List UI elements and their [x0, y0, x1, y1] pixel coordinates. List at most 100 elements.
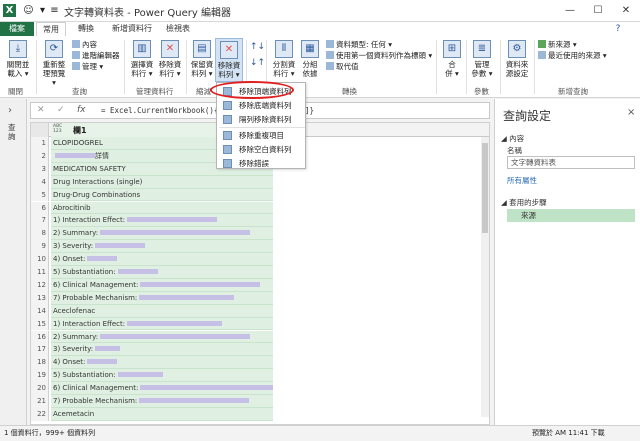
- manage-button[interactable]: 管理 ▾: [72, 62, 103, 72]
- smiley-feedback-icon[interactable]: ☺: [22, 4, 35, 17]
- replace-values-button[interactable]: 取代值: [326, 62, 359, 72]
- grid-cell[interactable]: Abrocitinib: [51, 201, 273, 215]
- grid-cell[interactable]: 6) Clinical Management:: [51, 382, 273, 395]
- column-header-label: 欄1: [73, 126, 87, 135]
- table-row[interactable]: 5 Drug-Drug Combinations: [31, 188, 489, 202]
- group-by-button[interactable]: ▦ 分組 依據: [298, 40, 322, 78]
- group-label-close: 關閉: [8, 87, 23, 96]
- keep-rows-button[interactable]: ▤ 保留資 料列 ▾: [188, 40, 216, 78]
- grid-cell[interactable]: 3) Severity:: [51, 240, 273, 254]
- minimize-button[interactable]: —: [556, 0, 584, 21]
- grid-cell[interactable]: 4) Onset:: [51, 356, 273, 370]
- grid-cell[interactable]: 5) Substantiation:: [51, 369, 273, 383]
- table-row[interactable]: 16 2) Summary:: [31, 330, 489, 344]
- all-properties-link[interactable]: 所有屬性: [507, 175, 537, 186]
- grid-cell[interactable]: Aceclofenac: [51, 304, 273, 318]
- menu-item-label: 隔列移除資料列: [239, 115, 292, 124]
- table-row[interactable]: 13 7) Probable Mechanism:: [31, 291, 489, 305]
- fx-icon[interactable]: fx: [77, 105, 86, 115]
- refresh-icon: ⟳: [45, 40, 63, 58]
- table-row[interactable]: 19 5) Substantiation:: [31, 369, 489, 383]
- grid-cell[interactable]: 7) Probable Mechanism:: [51, 291, 273, 305]
- applied-steps-header[interactable]: ◢ 套用的步驟: [501, 197, 547, 208]
- tab-add-column[interactable]: 新增資料行: [106, 22, 158, 36]
- tab-file[interactable]: 檔案: [0, 22, 34, 36]
- formula-input-tail[interactable]: ]}: [305, 106, 314, 115]
- grid-cell[interactable]: Acemetacin: [51, 407, 273, 421]
- close-button[interactable]: ✕: [612, 0, 640, 21]
- close-pane-icon[interactable]: ×: [627, 107, 635, 118]
- maximize-button[interactable]: ☐: [584, 0, 612, 21]
- tab-home[interactable]: 常用: [36, 22, 66, 36]
- table-row[interactable]: 20 6) Clinical Management:: [31, 382, 489, 395]
- grid-cell[interactable]: Drug-Drug Combinations: [51, 188, 273, 202]
- data-type-dropdown[interactable]: 資料類型: 任何 ▾: [326, 40, 392, 50]
- confirm-formula-icon[interactable]: ✓: [57, 105, 65, 115]
- remove-errors-item[interactable]: 移除錯誤: [219, 157, 305, 170]
- split-column-button[interactable]: ⫴ 分割資 料行 ▾: [270, 40, 298, 78]
- applied-step-item[interactable]: 來源: [507, 209, 635, 222]
- select-all-corner[interactable]: [31, 123, 49, 137]
- remove-rows-button[interactable]: ✕ 移除資 料列 ▾: [215, 38, 243, 82]
- table-row[interactable]: 22 Acemetacin: [31, 407, 489, 421]
- table-row[interactable]: 10 4) Onset:: [31, 253, 489, 266]
- table-row[interactable]: 21 7) Probable Mechanism:: [31, 395, 489, 408]
- advanced-editor-button[interactable]: 進階編輯器: [72, 51, 120, 61]
- table-row[interactable]: 9 3) Severity:: [31, 240, 489, 254]
- table-row[interactable]: 15 1) Interaction Effect:: [31, 317, 489, 331]
- manage-parameters-button[interactable]: ≣ 管理 參數 ▾: [468, 40, 496, 78]
- table-row[interactable]: 8 2) Summary:: [31, 227, 489, 241]
- grid-cell[interactable]: 3) Severity:: [51, 343, 273, 357]
- first-row-header-button[interactable]: 使用第一個資料列作為標頭 ▾: [326, 51, 432, 61]
- type-any-icon[interactable]: ABC 123: [53, 124, 62, 134]
- table-row[interactable]: 11 5) Substantiation:: [31, 266, 489, 279]
- table-row[interactable]: 6 Abrocitinib: [31, 201, 489, 215]
- queries-pane-collapsed: › 查詢: [0, 99, 27, 425]
- grid-cell[interactable]: 1) Interaction Effect:: [51, 317, 273, 331]
- remove-columns-button[interactable]: ✕ 移除資 料行 ▾: [156, 40, 184, 78]
- table-row[interactable]: 12 6) Clinical Management:: [31, 278, 489, 292]
- grid-cell[interactable]: 4) Onset:: [51, 253, 273, 266]
- grid-cell[interactable]: 1) Interaction Effect:: [51, 214, 273, 228]
- sort-descending-icon[interactable]: ↓↑: [250, 58, 265, 68]
- formula-input[interactable]: = Excel.CurrentWorkbook(){[: [101, 106, 223, 115]
- merge-button[interactable]: ⊞ 合 併 ▾: [440, 40, 464, 78]
- vertical-scrollbar[interactable]: [481, 137, 489, 417]
- grid-cell[interactable]: 2) Summary:: [51, 227, 273, 241]
- table-row[interactable]: 7 1) Interaction Effect:: [31, 214, 489, 228]
- properties-button[interactable]: 內容: [72, 40, 97, 50]
- remove-blank-rows-item[interactable]: 移除空白資料列: [219, 143, 305, 156]
- expand-queries-icon[interactable]: ›: [8, 105, 12, 116]
- cancel-formula-icon[interactable]: ✕: [37, 105, 45, 115]
- table-row[interactable]: 17 3) Severity:: [31, 343, 489, 357]
- grid-cell[interactable]: 7) Probable Mechanism:: [51, 395, 273, 408]
- grid-cell[interactable]: Drug Interactions (single): [51, 175, 273, 189]
- data-source-settings-button[interactable]: ⚙ 資料來 源設定: [502, 40, 532, 78]
- status-bar: 1 個資料行，999+ 個資料列 預覽於 AM 11:41 下載: [0, 425, 640, 441]
- close-load-button[interactable]: ⤓ 關閉並 載入 ▾: [4, 40, 32, 78]
- grid-cell[interactable]: 2) Summary:: [51, 330, 273, 344]
- query-name-input[interactable]: 文字轉資料表: [507, 156, 635, 169]
- remove-duplicates-item[interactable]: 移除重複項目: [219, 129, 305, 142]
- help-icon[interactable]: ?: [612, 23, 624, 35]
- table-row[interactable]: 4 Drug Interactions (single): [31, 175, 489, 189]
- table-row[interactable]: 14 Aceclofenac: [31, 304, 489, 318]
- recent-sources-button[interactable]: 最近使用的來源 ▾: [538, 51, 607, 61]
- grid-cell[interactable]: 6) Clinical Management:: [51, 278, 273, 292]
- refresh-preview-button[interactable]: ⟳ 重新整 理預覽 ▾: [40, 40, 68, 87]
- sort-ascending-icon[interactable]: ↑↓: [250, 42, 265, 52]
- tab-transform[interactable]: 轉換: [72, 22, 100, 36]
- scrollbar-thumb[interactable]: [482, 143, 488, 233]
- remove-bottom-rows-item[interactable]: 移除底端資料列: [219, 99, 305, 112]
- grid-cell[interactable]: 5) Substantiation:: [51, 266, 273, 279]
- table-row[interactable]: 18 4) Onset:: [31, 356, 489, 370]
- row-number: 12: [31, 278, 49, 292]
- queries-pane-label[interactable]: 查詢: [8, 123, 18, 141]
- new-source-button[interactable]: 新來源 ▾: [538, 40, 577, 50]
- quick-access-menu-icon[interactable]: ≡: [48, 4, 61, 17]
- tab-view[interactable]: 檢視表: [160, 22, 196, 36]
- group-label-manage-columns: 管理資料行: [136, 87, 174, 96]
- remove-alternate-rows-item[interactable]: 隔列移除資料列: [219, 113, 305, 126]
- properties-section-header[interactable]: ◢ 內容: [501, 133, 524, 144]
- choose-columns-button[interactable]: ▥ 選擇資 料行 ▾: [128, 40, 156, 78]
